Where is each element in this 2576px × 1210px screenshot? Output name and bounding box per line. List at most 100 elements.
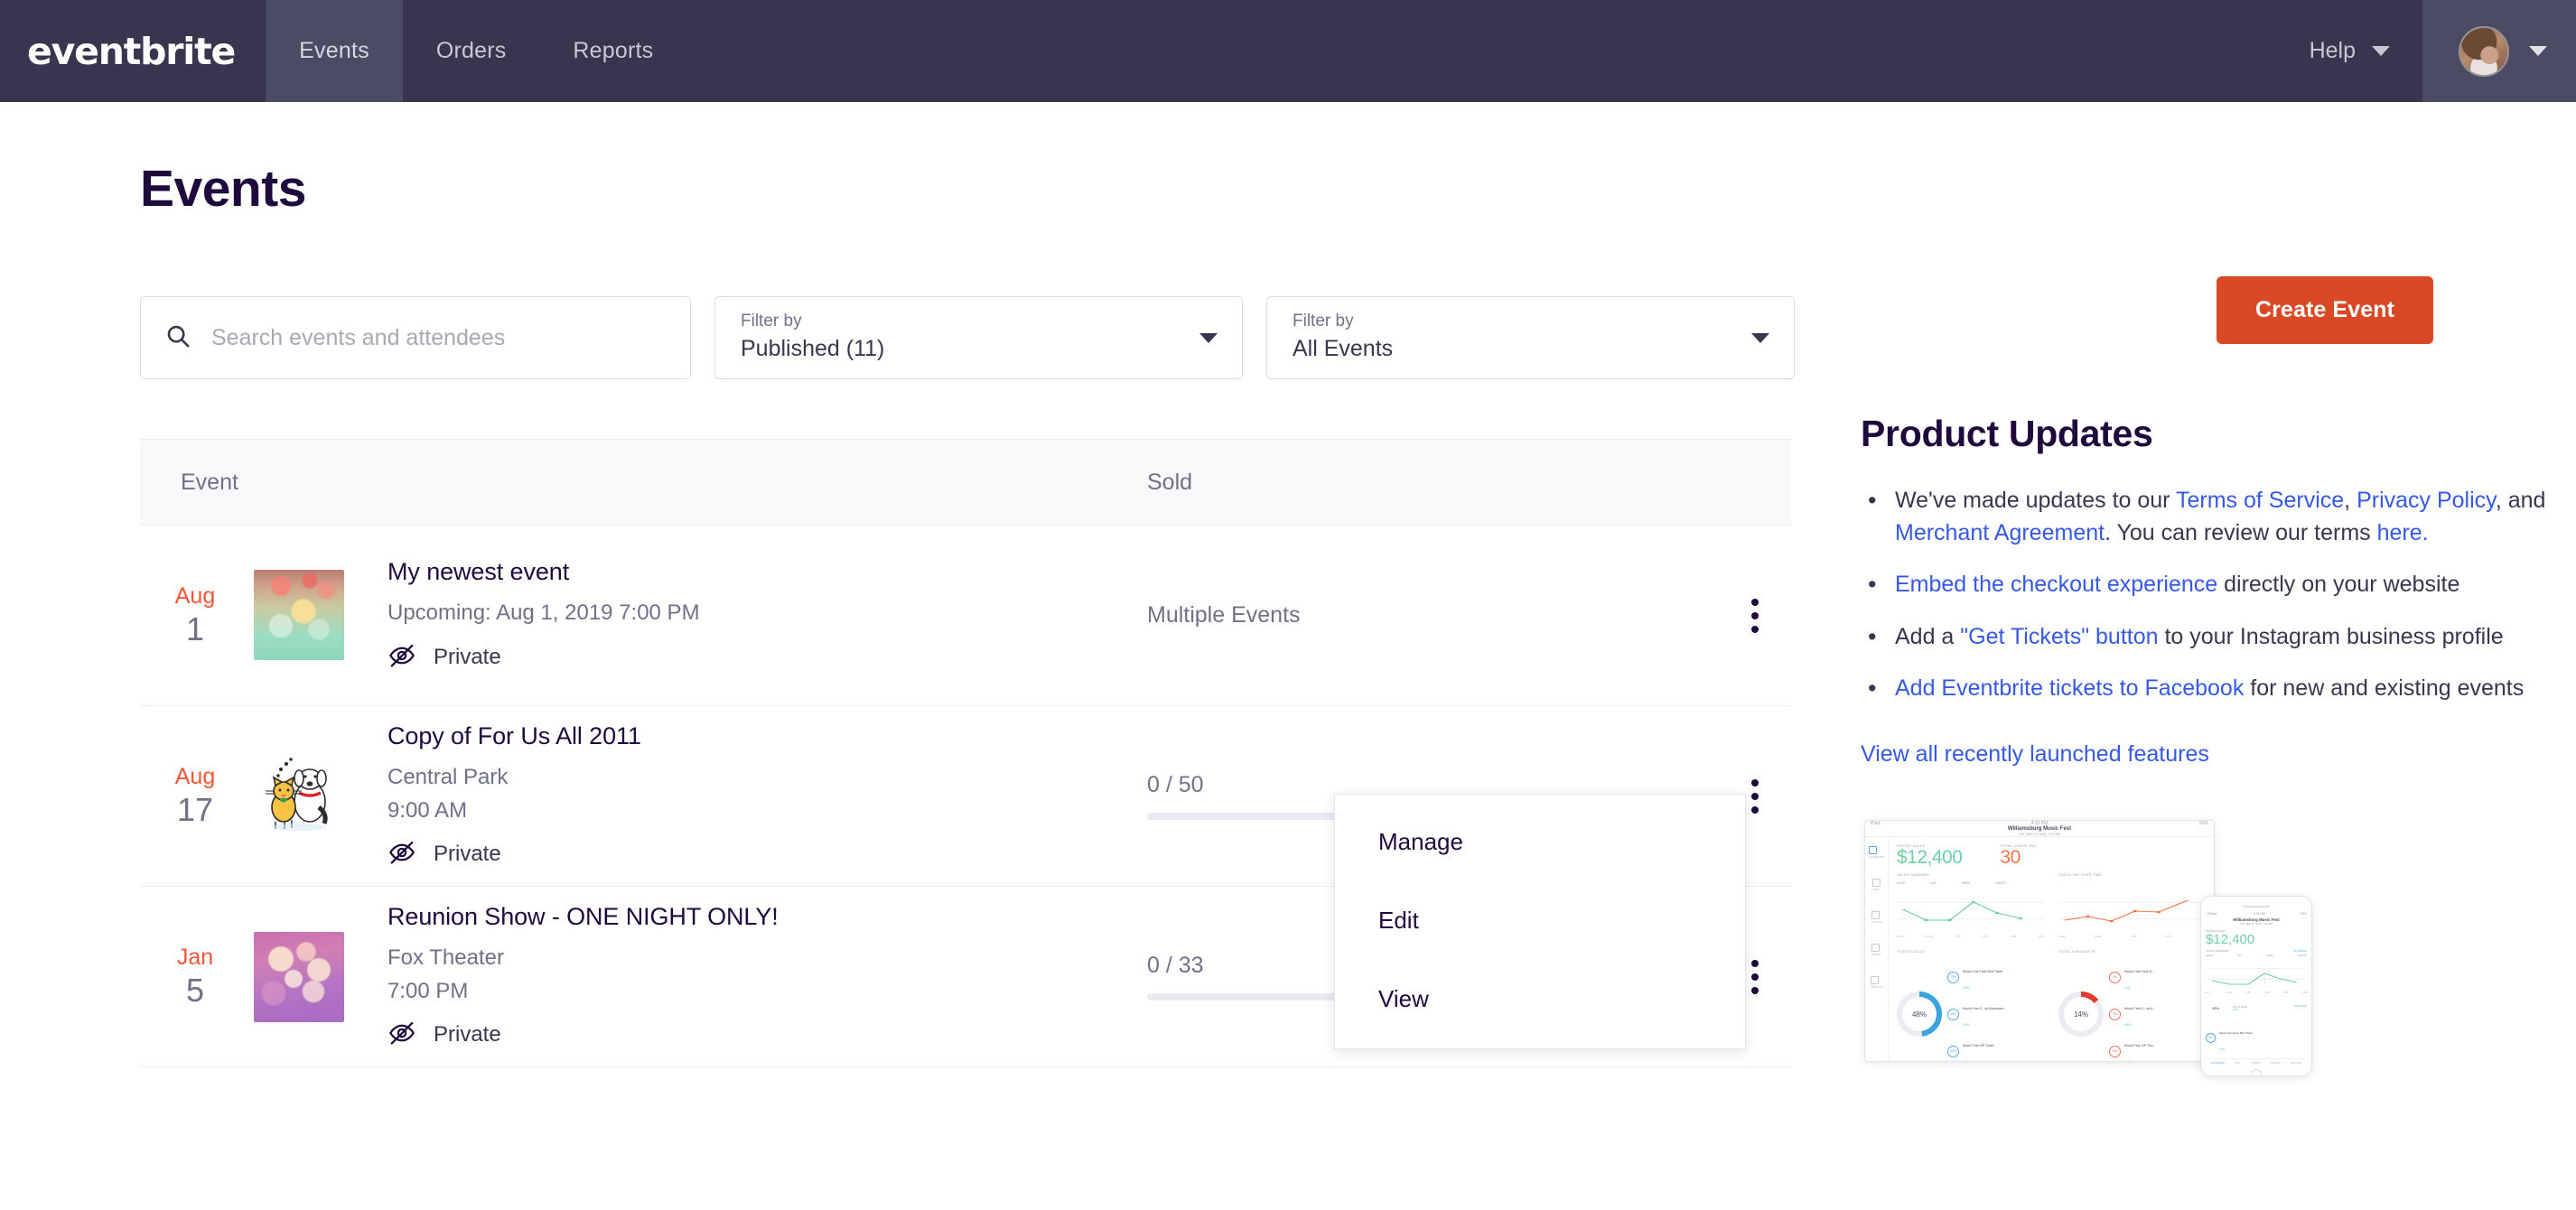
legend-row: 68% Music Fest G...ral Admission 34/50 [1947,998,2004,1030]
bullet-text: for new and existing events [2244,675,2525,701]
menu-item-edit[interactable]: Edit [1335,881,1745,960]
chart-icon [1869,846,1878,854]
row-actions-menu-button[interactable] [1751,959,1759,994]
create-event-button[interactable]: Create Event [2216,276,2433,344]
kebab-dot [1751,986,1759,994]
range-tab-week: WEEK [1961,881,1971,885]
nav-tabs: Events Orders Reports [266,0,686,102]
view-all-features-link[interactable]: View all recently launched features [1861,741,2209,768]
sold-cell: Multiple Events [1147,602,1689,628]
account-menu[interactable] [2422,0,2576,102]
filter-status-select[interactable]: Filter by Published (11) [714,296,1243,379]
kpi-row: GROSS SALES $12,400 TOTAL CHECK INS 30 [1897,843,2206,867]
bullet-text: We've made updates to our [1895,488,2176,513]
rail-item-orders: ORDERS [1871,944,1881,956]
bullet-text: , and [2495,488,2546,513]
event-thumbnail [254,750,344,842]
search-input[interactable] [211,324,667,351]
page-header: Events [140,102,1797,219]
facebook-tickets-link[interactable]: Add Eventbrite tickets to Facebook [1895,675,2244,701]
scan-icon [1871,911,1880,919]
event-day: 17 [176,791,214,829]
event-info: Copy of For Us All 2011 Central Park 9:0… [387,721,641,871]
eye-slash-icon [387,641,416,675]
kebab-dot [1751,805,1759,814]
privacy-policy-link[interactable]: Privacy Policy [2357,488,2496,513]
x-axis-labels: 11 AM 12 PM 1 PM 2 PM 3 PM [2058,935,2206,938]
phone-home-button [2251,1068,2262,1075]
filter-status-value: Published (11) [741,336,885,362]
nav-tab-reports[interactable]: Reports [539,0,686,102]
sales-summary-label: SALES SUMMARY [1897,873,1930,877]
sales-line-chart: 11 AM 12 PM 1 PM 2 PM 3 PM 4 PM [1897,889,2044,938]
row-actions-menu-button[interactable] [1751,598,1759,633]
event-meta: Upcoming: Aug 1, 2019 7:00 PM [387,599,700,628]
search-icon [164,322,191,354]
legend-row: 12% Music Fest VIP Tick...5/40 [2109,1035,2155,1061]
tablet-title-block: Williamsburg Music Fest SAT, SEP 17, 201… [1865,826,2214,837]
range-tab-month: MONTH [1995,881,2006,885]
menu-item-manage[interactable]: Manage [1335,803,1745,881]
event-title[interactable]: My newest event [387,556,700,588]
terms-of-service-link[interactable]: Terms of Service [2176,488,2344,513]
embed-checkout-link[interactable]: Embed the checkout experience [1895,572,2217,597]
get-tickets-button-link[interactable]: "Get Tickets" button [1960,624,2158,649]
bullet-text: to your Instagram business profile [2158,623,2504,649]
review-terms-link[interactable]: here. [2377,520,2429,545]
search-box[interactable] [140,296,691,379]
legend-row: 80% Music Fest VIP Ticket40/50 [1947,1035,2004,1061]
eye-slash-icon [387,1019,416,1052]
phone-donut: 48% [2201,991,2233,1026]
chevron-down-icon [1751,333,1769,343]
merchant-agreement-link[interactable]: Merchant Agreement [1895,520,2105,545]
event-cell: Aug 1 My newest event Upcoming: Aug 1, 2… [140,556,1147,674]
filter-status-label: Filter by [741,312,802,331]
bullet-text: directly on your website [2217,572,2460,597]
filter-scope-select[interactable]: Filter by All Events [1266,296,1795,379]
row-actions-menu-button[interactable] [1751,778,1759,814]
rail-item-checkin: CHECKIN [1871,911,1881,924]
kebab-dot [1751,792,1759,800]
tablet-body: DASHBOARD SELL CHECKIN ORDERS SETTINGS G… [1865,836,2214,1061]
tablet-mockup: iPad 4:31 PM 91% Williamsburg Music Fest… [1864,819,2215,1062]
filter-scope-value: All Events [1293,336,1394,362]
table-row[interactable]: Aug 1 My newest event Upcoming: Aug 1, 2… [140,526,1791,706]
filter-scope-label: Filter by [1293,312,1354,331]
help-menu[interactable]: Help [2277,0,2422,102]
event-thumbnail [254,931,344,1022]
donut-row: 48% 70% Music Fest Early Bird Ticket 35/5… [1897,961,2206,1061]
event-date: Aug 1 [140,582,241,648]
tablet-side-rail: DASHBOARD SELL CHECKIN ORDERS SETTINGS [1865,837,1889,1061]
tickets-sold-legend: 70% Music Fest Early Bird Ticket 35/50 68… [1947,961,2004,1061]
help-label: Help [2309,38,2356,63]
product-updates-title: Product Updates [1861,413,2153,454]
bullet-text: . You can review our terms [2105,519,2377,545]
event-title[interactable]: Copy of For Us All 2011 [387,721,641,752]
eventbrite-logo[interactable]: eventbrite [0,0,266,102]
sidebar-column: Product Updates We've made updates to ou… [1797,102,2576,1084]
event-venue: Central Park [387,765,509,790]
event-privacy: Private [387,1019,779,1052]
top-navigation-bar: eventbrite Events Orders Reports Help [0,0,2576,102]
nav-right-group: Help [2277,0,2576,102]
kebab-dot [1751,611,1759,619]
event-privacy: Private [387,838,641,871]
nav-tab-events[interactable]: Events [266,0,403,102]
event-meta-value: Aug 1, 2019 7:00 PM [496,600,700,626]
tickets-sold-donut-group: 48% 70% Music Fest Early Bird Ticket 35/5… [1897,961,2044,1061]
rail-item-sell: SELL [1872,879,1881,891]
menu-item-view[interactable]: View [1335,960,1745,1038]
mockup-event-title: Williamsburg Music Fest [2007,825,2072,832]
event-cell: Aug 17 Copy of For Us All 2011 Central P… [140,721,1147,871]
kebab-dot [1751,778,1759,786]
nav-tab-orders[interactable]: Orders [403,0,540,102]
orders-icon [1871,944,1880,952]
event-time: 9:00 AM [387,797,468,823]
event-title[interactable]: Reunion Show - ONE NIGHT ONLY! [387,901,779,933]
list-item: We've made updates to our Terms of Servi… [1861,483,2576,549]
checkins-label: CHECK INS OVER TIME [2058,873,2103,877]
tickets-sold-label: TICKETS SOLD [1897,950,1926,954]
event-privacy: Private [387,641,700,675]
tickets-sold-donut: 48% [1897,991,1942,1037]
